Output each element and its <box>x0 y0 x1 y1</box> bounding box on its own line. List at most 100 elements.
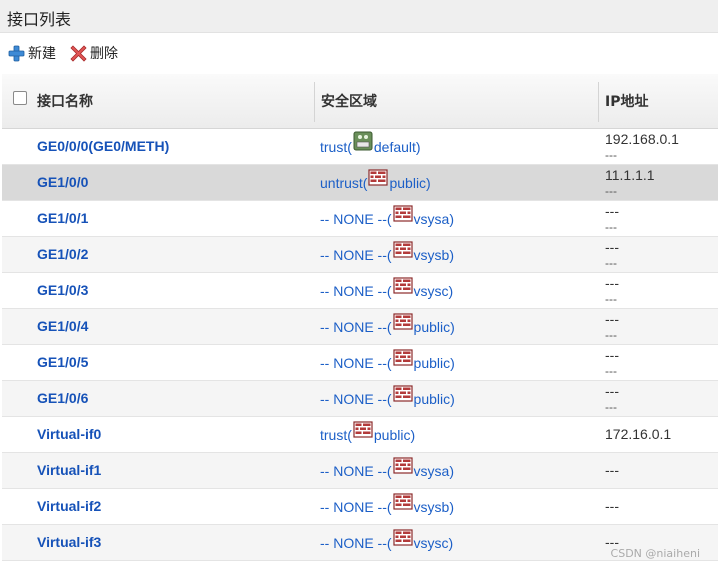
firewall-icon <box>392 275 413 295</box>
column-header-ip[interactable]: IP地址 <box>605 74 648 128</box>
vsys-label: vsysb) <box>413 498 454 515</box>
zone-label: -- NONE --( <box>320 210 392 227</box>
firewall-icon <box>392 527 413 547</box>
zone-label: trust( <box>320 138 352 155</box>
zone-link[interactable]: -- NONE --( public) <box>320 309 455 344</box>
ip-address-cell: --- --- <box>605 239 619 271</box>
interface-name-link[interactable]: GE1/0/1 <box>37 210 88 226</box>
table-row[interactable]: GE1/0/6 -- NONE --(public) --- --- <box>2 381 718 417</box>
zone-label: -- NONE --( <box>320 282 392 299</box>
ip-address-cell: --- --- <box>605 203 619 235</box>
table-row[interactable]: GE1/0/1 -- NONE --( vsysa) --- --- <box>2 201 718 237</box>
ip-address: --- <box>605 462 619 478</box>
table-row[interactable]: GE0/0/0(GE0/METH) trust( default) 192.168.0… <box>2 129 718 165</box>
ip-address-cell: --- --- <box>605 311 619 343</box>
zone-link[interactable]: -- NONE --( vsysa) <box>320 201 454 236</box>
title-bar: 接口列表 <box>0 0 718 33</box>
interface-name-link[interactable]: Virtual-if1 <box>37 462 101 478</box>
vsys-label: default) <box>373 138 421 155</box>
zone-label: untrust( <box>320 174 368 191</box>
zone-label: -- NONE --( <box>320 534 392 551</box>
interface-name-link[interactable]: GE1/0/5 <box>37 354 88 370</box>
ip-address-cell: 11.1.1.1 --- <box>605 167 655 199</box>
firewall-icon <box>392 455 413 475</box>
interface-name-link[interactable]: GE1/0/3 <box>37 282 88 298</box>
zone-label: -- NONE --( <box>320 462 392 479</box>
zone-link[interactable]: -- NONE --(vsysa) <box>320 453 454 488</box>
new-button[interactable]: 新建 <box>8 43 56 63</box>
zone-link[interactable]: -- NONE --( vsysb) <box>320 237 454 272</box>
ip-address: 172.16.0.1 <box>605 426 672 442</box>
table-row[interactable]: GE1/0/5 -- NONE --( public) --- --- <box>2 345 718 381</box>
ip-mask: --- <box>605 292 617 306</box>
vsys-label: vsysc) <box>413 534 454 551</box>
firewall-icon <box>368 167 389 187</box>
firewall-icon <box>392 203 413 223</box>
vsys-label: public) <box>413 318 455 335</box>
table-header: 接口名称 安全区域 IP地址 <box>2 74 718 129</box>
interface-name-link[interactable]: GE1/0/0 <box>37 174 88 190</box>
ip-mask: --- <box>605 220 617 234</box>
zone-label: -- NONE --( <box>320 318 392 335</box>
page-title: 接口列表 <box>7 10 72 29</box>
delete-button[interactable]: 删除 <box>70 43 118 63</box>
ip-address: --- <box>605 275 619 291</box>
zone-label: trust( <box>320 426 352 443</box>
zone-link[interactable]: -- NONE --( vsysc) <box>320 525 453 560</box>
ip-address-cell: --- <box>605 498 619 514</box>
ip-address: --- <box>605 239 619 255</box>
ip-mask: --- <box>605 256 617 270</box>
table-row[interactable]: Virtual-if0 trust( public) 172.16.0.1 <box>2 417 718 453</box>
table-row[interactable]: GE1/0/4 -- NONE --( public) --- --- <box>2 309 718 345</box>
firewall-icon <box>392 491 413 511</box>
zone-link[interactable]: -- NONE --(vsysb) <box>320 489 454 524</box>
firewall-icon <box>392 383 413 403</box>
ip-mask: --- <box>605 184 617 198</box>
vsys-label: public) <box>413 354 455 371</box>
delete-x-icon <box>70 44 87 62</box>
select-all-checkbox[interactable] <box>13 91 27 105</box>
ip-address: --- <box>605 203 619 219</box>
zone-link[interactable]: -- NONE --( public) <box>320 345 455 380</box>
interface-name-link[interactable]: GE1/0/2 <box>37 246 88 262</box>
vsys-label: public) <box>389 174 431 191</box>
interface-name-link[interactable]: GE0/0/0(GE0/METH) <box>37 138 169 154</box>
ip-address: --- <box>605 498 619 514</box>
zone-label: -- NONE --( <box>320 354 392 371</box>
table-row[interactable]: Virtual-if1 -- NONE --(vsysa) --- <box>2 453 718 489</box>
vsys-label: public) <box>373 426 416 443</box>
interface-name-link[interactable]: GE1/0/4 <box>37 318 88 334</box>
zone-link[interactable]: untrust( public) <box>320 165 431 200</box>
vsys-label: vsysa) <box>413 210 454 227</box>
ip-address-cell: 172.16.0.1 <box>605 426 671 442</box>
ip-address-cell: 192.168.0.1 --- <box>605 131 679 163</box>
firewall-icon <box>392 311 413 331</box>
plus-icon <box>8 45 25 61</box>
interface-name-link[interactable]: Virtual-if3 <box>37 534 101 550</box>
ip-address: --- <box>605 383 619 399</box>
column-header-name[interactable]: 接口名称 <box>37 74 93 128</box>
table-row[interactable]: GE1/0/3 -- NONE --( vsysc) --- --- <box>2 273 718 309</box>
interface-name-link[interactable]: Virtual-if0 <box>37 426 101 442</box>
firewall-icon <box>392 347 413 367</box>
table-row[interactable]: GE1/0/2 -- NONE --( vsysb) --- --- <box>2 237 718 273</box>
zone-link[interactable]: trust( default) <box>320 129 421 164</box>
column-divider <box>598 82 599 122</box>
firewall-icon <box>392 239 413 259</box>
column-header-zone[interactable]: 安全区域 <box>321 74 377 128</box>
zone-link[interactable]: trust( public) <box>320 417 415 452</box>
column-divider <box>314 82 315 122</box>
ip-address-cell: --- --- <box>605 275 619 307</box>
vsys-label: vsysc) <box>413 282 454 299</box>
zone-link[interactable]: -- NONE --(public) <box>320 381 455 416</box>
table-row[interactable]: Virtual-if2 -- NONE --(vsysb) --- <box>2 489 718 525</box>
interface-name-link[interactable]: Virtual-if2 <box>37 498 101 514</box>
vsys-label: vsysb) <box>413 246 454 263</box>
zone-label: -- NONE --( <box>320 246 392 263</box>
table-row[interactable]: GE1/0/0 untrust( public) 11.1.1.1 --- <box>2 165 718 201</box>
ip-address-cell: --- --- <box>605 347 619 379</box>
watermark: CSDN @niaiheni <box>610 547 700 560</box>
firewall-icon <box>353 419 373 439</box>
zone-link[interactable]: -- NONE --( vsysc) <box>320 273 453 308</box>
interface-name-link[interactable]: GE1/0/6 <box>37 390 88 406</box>
